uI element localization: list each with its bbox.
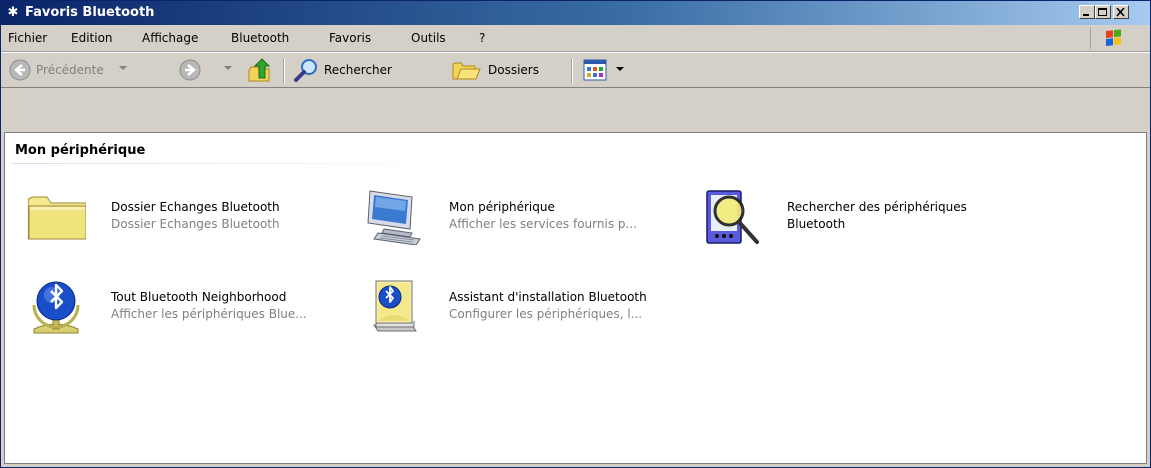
menu-help[interactable]: ? (479, 30, 485, 46)
item-name-continued: Bluetooth (787, 217, 846, 231)
bluetooth-icon: ✱ (7, 5, 19, 20)
views-icon (583, 59, 607, 81)
folders-icon (452, 62, 481, 80)
back-arrow-icon (9, 59, 31, 81)
section-divider (11, 163, 471, 164)
menu-edition[interactable]: Edition (71, 30, 113, 46)
minimize-icon (1083, 14, 1089, 16)
menu-bar: Fichier Edition Affichage Bluetooth Favo… (1, 25, 1150, 52)
search-label: Rechercher (324, 63, 392, 77)
close-button[interactable] (1113, 5, 1129, 19)
item-bluetooth-neighborhood[interactable]: Tout Bluetooth Neighborhood Afficher les… (26, 279, 356, 335)
folders-label: Dossiers (488, 63, 539, 77)
folder-icon (27, 196, 86, 240)
windows-logo-icon (1090, 27, 1138, 49)
search-icon (294, 59, 317, 82)
back-button[interactable]: Précédente (6, 56, 176, 84)
menu-favoris[interactable]: Favoris (329, 30, 371, 46)
item-description: Afficher les services fournis p... (449, 217, 637, 231)
item-find-devices[interactable]: Rechercher des périphériques Bluetooth (702, 189, 1032, 245)
menu-fichier[interactable]: Fichier (8, 30, 47, 46)
up-folder-icon (248, 58, 271, 82)
item-exchange-folder[interactable]: Dossier Echanges Bluetooth Dossier Echan… (26, 189, 356, 245)
close-icon (1116, 8, 1125, 17)
menu-bluetooth[interactable]: Bluetooth (231, 30, 289, 46)
search-button[interactable]: Rechercher (290, 56, 442, 84)
forward-arrow-icon (179, 59, 201, 81)
forward-dropdown-icon (224, 66, 232, 70)
item-description: Dossier Echanges Bluetooth (111, 217, 280, 231)
menu-affichage[interactable]: Affichage (142, 30, 198, 46)
maximize-button[interactable] (1095, 5, 1111, 19)
menu-outils[interactable]: Outils (411, 30, 446, 46)
maximize-icon (1098, 8, 1107, 16)
toolbar-separator (571, 58, 573, 84)
bluetooth-globe-icon (32, 281, 80, 334)
item-name: Rechercher des périphériques (787, 200, 967, 214)
window-title: Favoris Bluetooth (25, 5, 155, 20)
wizard-icon (373, 280, 417, 332)
views-button[interactable] (579, 56, 641, 84)
views-dropdown-icon (616, 67, 624, 71)
folders-button[interactable]: Dossiers (448, 56, 560, 84)
item-my-device[interactable]: Mon périphérique Afficher les services f… (364, 189, 694, 245)
item-description: Configurer les périphériques, l... (449, 307, 643, 321)
item-name: Mon périphérique (449, 200, 555, 214)
back-label: Précédente (36, 63, 104, 77)
computer-icon (367, 190, 421, 245)
item-setup-wizard[interactable]: Assistant d'installation Bluetooth Confi… (364, 279, 694, 335)
explorer-window: ✱ Favoris Bluetooth Fichier Edition Affi… (0, 0, 1151, 468)
toolbar-separator (283, 58, 285, 84)
section-title: Mon périphérique (15, 143, 146, 158)
item-name: Dossier Echanges Bluetooth (111, 200, 280, 214)
item-description: Afficher les périphériques Blue... (111, 307, 307, 321)
title-bar[interactable]: ✱ Favoris Bluetooth (1, 1, 1150, 25)
up-folder-button[interactable] (244, 56, 274, 84)
forward-button[interactable] (176, 56, 232, 84)
minimize-button[interactable] (1079, 5, 1095, 19)
toolbar: Précédente Rechercher Dossiers (1, 52, 1150, 88)
item-name: Tout Bluetooth Neighborhood (111, 290, 287, 304)
device-search-icon (706, 190, 759, 244)
back-dropdown-icon (119, 66, 127, 70)
item-name: Assistant d'installation Bluetooth (449, 290, 647, 304)
